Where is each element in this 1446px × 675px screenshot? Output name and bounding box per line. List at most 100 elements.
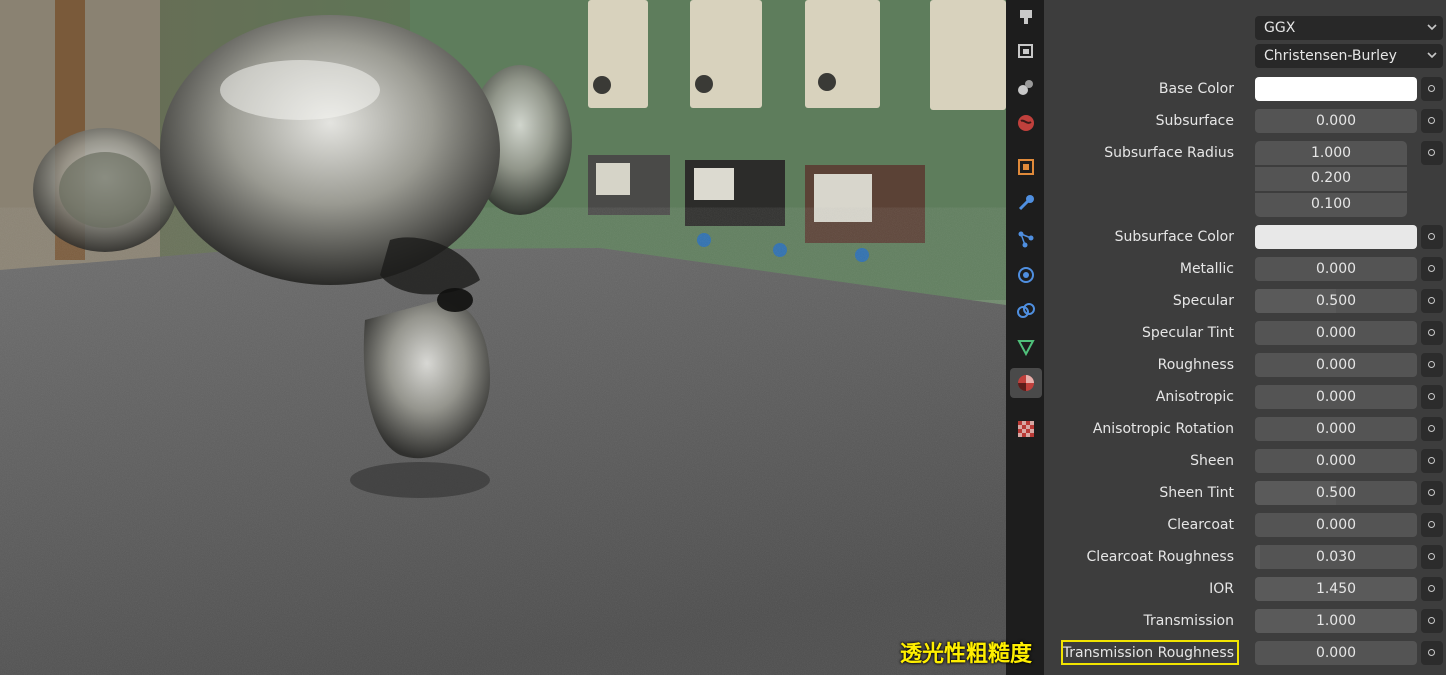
clearcoat-field[interactable]: 0.000 — [1255, 513, 1417, 537]
properties-tab-bar — [1006, 0, 1044, 675]
constraints-icon — [1017, 303, 1035, 318]
subsurface-color-socket-button[interactable] — [1421, 225, 1443, 249]
subsurface-radius-y-value: 0.200 — [1310, 170, 1352, 186]
metallic-socket-button[interactable] — [1421, 257, 1443, 281]
render-icon — [1020, 10, 1032, 24]
specular-tint-value: 0.000 — [1315, 325, 1357, 341]
anisotropic-rotation-row: Anisotropic Rotation 0.000 — [1044, 417, 1446, 441]
clearcoat-roughness-socket-button[interactable] — [1421, 545, 1443, 569]
tab-scene[interactable] — [1010, 108, 1042, 138]
subsurface-method-row: Christensen-Burley — [1044, 44, 1446, 68]
tab-render[interactable] — [1010, 2, 1042, 32]
anisotropic-socket-button[interactable] — [1421, 385, 1443, 409]
metallic-field[interactable]: 0.000 — [1255, 257, 1417, 281]
distribution-dropdown[interactable]: GGX — [1255, 16, 1443, 40]
metallic-row: Metallic 0.000 — [1044, 257, 1446, 281]
metallic-label: Metallic — [1179, 261, 1234, 277]
sheen-tint-row: Sheen Tint 0.500 — [1044, 481, 1446, 505]
physics-icon — [1018, 267, 1034, 283]
subsurface-field[interactable]: 0.000 — [1255, 109, 1417, 133]
sheen-value: 0.000 — [1315, 453, 1357, 469]
subsurface-radius-z-value: 0.100 — [1310, 196, 1352, 212]
particles-icon — [1018, 231, 1034, 248]
anisotropic-rotation-label: Anisotropic Rotation — [1092, 421, 1234, 437]
metallic-value: 0.000 — [1315, 261, 1357, 277]
tab-texture[interactable] — [1010, 414, 1042, 444]
material-properties-panel: GGX Christensen-Burley Base Color Subsur… — [1044, 0, 1446, 675]
ior-label: IOR — [1209, 581, 1234, 597]
subsurface-radius-socket-button[interactable] — [1421, 141, 1443, 165]
texture-icon — [1018, 421, 1034, 437]
material-icon — [1018, 375, 1034, 391]
clearcoat-value: 0.000 — [1315, 517, 1357, 533]
clearcoat-roughness-row: Clearcoat Roughness 0.030 — [1044, 545, 1446, 569]
tab-material[interactable] — [1010, 368, 1042, 398]
render-viewport[interactable] — [0, 0, 1006, 675]
sheen-tint-label: Sheen Tint — [1159, 485, 1234, 501]
subsurface-radius-label: Subsurface Radius — [1104, 145, 1234, 161]
specular-tint-socket-button[interactable] — [1421, 321, 1443, 345]
sheen-row: Sheen 0.000 — [1044, 449, 1446, 473]
sheen-field[interactable]: 0.000 — [1255, 449, 1417, 473]
subsurface-radius-x[interactable]: 1.000 — [1255, 141, 1407, 165]
render-preview-image — [0, 0, 1006, 675]
anisotropic-rotation-field[interactable]: 0.000 — [1255, 417, 1417, 441]
roughness-socket-button[interactable] — [1421, 353, 1443, 377]
transmission-value: 1.000 — [1315, 613, 1357, 629]
distribution-value: GGX — [1264, 20, 1296, 36]
subsurface-color-label: Subsurface Color — [1114, 229, 1234, 245]
transmission-socket-button[interactable] — [1421, 609, 1443, 633]
base-color-socket-button[interactable] — [1421, 77, 1443, 101]
subsurface-color-row: Subsurface Color — [1044, 225, 1446, 249]
data-icon — [1017, 340, 1035, 356]
subsurface-method-value: Christensen-Burley — [1264, 48, 1397, 64]
ior-socket-button[interactable] — [1421, 577, 1443, 601]
tab-physics[interactable] — [1010, 260, 1042, 290]
subsurface-method-dropdown[interactable]: Christensen-Burley — [1255, 44, 1443, 68]
subsurface-radius-y[interactable]: 0.200 — [1255, 167, 1407, 191]
tab-output[interactable] — [1010, 36, 1042, 66]
transmission-roughness-socket-button[interactable] — [1421, 641, 1443, 665]
subsurface-color-swatch[interactable] — [1255, 225, 1417, 249]
transmission-label: Transmission — [1143, 613, 1234, 629]
anisotropic-row: Anisotropic 0.000 — [1044, 385, 1446, 409]
ior-field[interactable]: 1.450 — [1255, 577, 1417, 601]
base-color-swatch[interactable] — [1255, 77, 1417, 101]
transmission-field[interactable]: 1.000 — [1255, 609, 1417, 633]
specular-field[interactable]: 0.500 — [1255, 289, 1417, 313]
sheen-label: Sheen — [1190, 453, 1234, 469]
transmission-roughness-field[interactable]: 0.000 — [1255, 641, 1417, 665]
sheen-tint-socket-button[interactable] — [1421, 481, 1443, 505]
sheen-tint-field[interactable]: 0.500 — [1255, 481, 1417, 505]
specular-socket-button[interactable] — [1421, 289, 1443, 313]
anisotropic-rotation-socket-button[interactable] — [1421, 417, 1443, 441]
specular-tint-row: Specular Tint 0.000 — [1044, 321, 1446, 345]
clearcoat-socket-button[interactable] — [1421, 513, 1443, 537]
tab-object[interactable] — [1010, 152, 1042, 182]
roughness-label: Roughness — [1157, 357, 1234, 373]
object-icon — [1018, 159, 1034, 175]
tab-modifiers[interactable] — [1010, 188, 1042, 218]
chevron-down-icon — [1427, 52, 1437, 59]
subsurface-radius-vector: 1.000 0.200 0.100 — [1255, 141, 1407, 217]
specular-tint-label: Specular Tint — [1141, 325, 1234, 341]
roughness-field[interactable]: 0.000 — [1255, 353, 1417, 377]
tab-view-layer[interactable] — [1010, 72, 1042, 102]
tab-constraints[interactable] — [1010, 296, 1042, 326]
tab-data[interactable] — [1010, 332, 1042, 362]
subsurface-radius-z[interactable]: 0.100 — [1255, 193, 1407, 217]
transmission-row: Transmission 1.000 — [1044, 609, 1446, 633]
clearcoat-roughness-field[interactable]: 0.030 — [1255, 545, 1417, 569]
clearcoat-label: Clearcoat — [1167, 517, 1234, 533]
sheen-tint-value: 0.500 — [1315, 485, 1357, 501]
annotation-highlight-box — [1061, 640, 1239, 665]
anisotropic-field[interactable]: 0.000 — [1255, 385, 1417, 409]
tab-particles[interactable] — [1010, 224, 1042, 254]
world-icon — [1018, 115, 1034, 131]
sheen-socket-button[interactable] — [1421, 449, 1443, 473]
clearcoat-roughness-value: 0.030 — [1315, 549, 1357, 565]
specular-label: Specular — [1172, 293, 1234, 309]
specular-tint-field[interactable]: 0.000 — [1255, 321, 1417, 345]
output-icon — [1018, 44, 1033, 58]
subsurface-socket-button[interactable] — [1421, 109, 1443, 133]
